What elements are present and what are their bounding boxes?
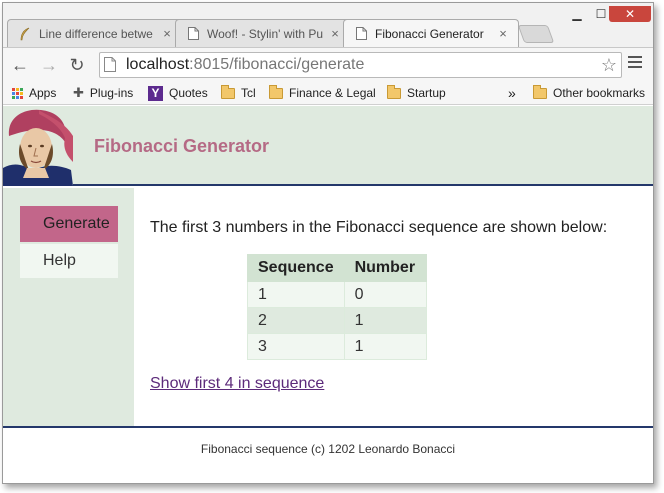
browser-window: Line difference betwe × Woof! - Stylin' … (2, 2, 654, 484)
table-row: 3 1 (247, 333, 427, 360)
fibonacci-table: Sequence Number 1 0 2 1 3 1 (247, 254, 427, 360)
bookmark-label: Tcl (241, 86, 256, 100)
table-header-row: Sequence Number (247, 254, 427, 282)
tab-title: Fibonacci Generator (375, 26, 484, 41)
tab-fibonacci-generator[interactable]: Fibonacci Generator × (343, 19, 519, 47)
close-window-button[interactable]: ✕ (609, 6, 651, 22)
bookmark-other[interactable]: Other bookmarks (533, 84, 646, 101)
sidebar-nav: Generate Help (3, 188, 134, 426)
minimize-button[interactable]: ▁ (565, 6, 589, 22)
page-icon (186, 27, 200, 41)
address-bar[interactable]: localhost:8015/fibonacci/generate ☆ (99, 52, 622, 78)
bookmark-quotes[interactable]: Y Quotes (148, 85, 208, 101)
column-header-number: Number (343, 254, 427, 282)
forward-button[interactable]: → (38, 54, 60, 76)
page-title: Fibonacci Generator (94, 136, 270, 156)
yahoo-icon: Y (148, 85, 163, 101)
bookmarks-overflow-button[interactable]: » (508, 85, 516, 101)
url-host: localhost (126, 56, 190, 73)
page-viewport: Fibonacci Generator Generate Help The fi… (3, 106, 653, 483)
number-cell: 0 (343, 281, 427, 308)
tab-title: Woof! - Stylin' with Pu (207, 26, 324, 41)
show-next-link[interactable]: Show first 4 in sequence (150, 375, 324, 393)
close-icon[interactable]: × (328, 26, 342, 41)
number-cell: 1 (343, 307, 427, 334)
bookmark-label: Plug-ins (89, 86, 134, 100)
puzzle-icon: ✚ (73, 85, 84, 100)
page-header: Fibonacci Generator (3, 106, 653, 186)
leonardo-portrait (3, 106, 73, 186)
bookmark-plug-ins[interactable]: ✚ Plug-ins (73, 85, 133, 101)
back-button[interactable]: ← (9, 54, 31, 76)
bookmark-startup[interactable]: Startup (387, 84, 446, 101)
bookmark-label: Finance & Legal (289, 86, 376, 100)
url-path: :8015/fibonacci/generate (189, 56, 365, 73)
tab-line-difference[interactable]: Line difference betwe × (7, 19, 183, 47)
close-icon[interactable]: × (496, 26, 510, 41)
folder-icon (533, 84, 547, 99)
nav-item-help[interactable]: Help (20, 244, 118, 278)
feather-icon (18, 27, 32, 41)
nav-item-generate[interactable]: Generate (20, 206, 118, 242)
sequence-cell: 1 (247, 281, 345, 308)
reload-button[interactable]: ↻ (66, 54, 88, 76)
page-icon (104, 57, 120, 73)
table-row: 1 0 (247, 281, 427, 308)
number-cell: 1 (343, 333, 427, 360)
sequence-cell: 2 (247, 307, 345, 334)
bookmark-label: Quotes (169, 86, 208, 100)
bookmark-label: Other bookmarks (553, 86, 646, 100)
close-icon[interactable]: × (160, 26, 174, 41)
browser-toolbar: ← → ↻ localhost:8015/fibonacci/generate … (3, 47, 653, 81)
intro-text: The first 3 numbers in the Fibonacci seq… (150, 219, 608, 236)
bookmarks-bar: Apps ✚ Plug-ins Y Quotes Tcl Finance & L… (3, 81, 653, 105)
bookmark-apps[interactable]: Apps (12, 85, 56, 101)
new-tab-button[interactable] (517, 25, 555, 43)
folder-icon (387, 84, 401, 99)
tab-title: Line difference betwe (39, 26, 153, 41)
folder-icon (269, 84, 283, 99)
column-header-sequence: Sequence (247, 254, 345, 282)
page-icon (354, 27, 368, 41)
folder-icon (221, 84, 235, 99)
tab-woof[interactable]: Woof! - Stylin' with Pu × (175, 19, 351, 47)
sequence-cell: 3 (247, 333, 345, 360)
tab-strip: Line difference betwe × Woof! - Stylin' … (3, 3, 653, 48)
bookmark-label: Apps (29, 86, 57, 100)
bookmark-tcl[interactable]: Tcl (221, 84, 256, 101)
footer-text: Fibonacci sequence (c) 1202 Leonardo Bon… (200, 442, 456, 456)
apps-grid-icon (12, 87, 23, 99)
page-footer: Fibonacci sequence (c) 1202 Leonardo Bon… (3, 426, 653, 483)
table-row: 2 1 (247, 307, 427, 334)
menu-icon[interactable] (628, 56, 642, 71)
star-icon[interactable]: ☆ (601, 55, 617, 76)
bookmark-finance-legal[interactable]: Finance & Legal (269, 84, 376, 101)
bookmark-label: Startup (407, 86, 446, 100)
